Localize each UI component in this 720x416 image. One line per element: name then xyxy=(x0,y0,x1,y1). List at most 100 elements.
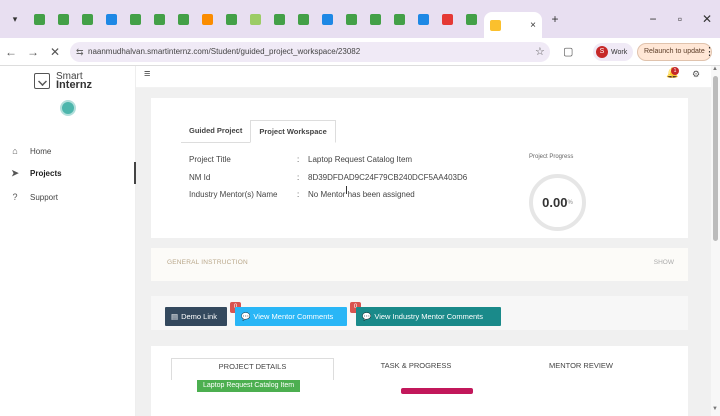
sidebar-item-home[interactable]: ⌂ Home xyxy=(0,140,136,162)
status-pill xyxy=(401,388,473,394)
tab-favicon-icon xyxy=(177,13,189,25)
colon: : xyxy=(297,155,300,164)
relaunch-button[interactable]: Relaunch to update xyxy=(637,43,712,61)
profile-button[interactable]: S Work xyxy=(593,43,634,61)
browser-tab[interactable] xyxy=(76,8,98,30)
browser-tab[interactable] xyxy=(244,8,266,30)
tab-favicon-icon xyxy=(57,13,69,25)
view-industry-mentor-comments-button[interactable]: 💬 View Industry Mentor Comments xyxy=(356,307,501,326)
stop-icon[interactable]: ✕ xyxy=(44,45,66,59)
browser-tab[interactable]: × xyxy=(484,12,542,38)
url-field[interactable]: ⇆ naanmudhalvan.smartinternz.com/Student… xyxy=(70,42,550,62)
tab-favicon-icon xyxy=(297,13,309,25)
user-avatar[interactable] xyxy=(60,100,76,116)
mentor-comments-label: View Mentor Comments xyxy=(253,312,334,321)
view-mentor-comments-button[interactable]: 💬 View Mentor Comments xyxy=(235,307,347,326)
catalog-item-button[interactable]: Laptop Request Catalog Item xyxy=(197,380,301,392)
extensions-icon[interactable]: ▢ xyxy=(563,38,573,66)
comment-icon: 💬 xyxy=(241,312,251,321)
progress-value: 0.00 xyxy=(542,195,568,210)
browser-tab[interactable] xyxy=(100,8,122,30)
tab-guided-project[interactable]: Guided Project xyxy=(181,120,251,143)
general-instruction-panel[interactable]: GENERAL INSTRUCTION SHOW xyxy=(151,248,688,281)
forward-icon[interactable]: → xyxy=(22,45,44,59)
browser-tab[interactable] xyxy=(172,8,194,30)
tab-favicon-icon xyxy=(465,13,477,25)
browser-tab-strip: ▾ × + xyxy=(0,0,720,38)
send-icon: ➤ xyxy=(11,167,19,178)
mentor-name-value: No Mentor has been assigned xyxy=(308,190,415,199)
colon: : xyxy=(297,190,300,199)
tab-task-progress[interactable]: TASK & PROGRESS xyxy=(346,358,486,380)
text-cursor xyxy=(346,186,350,194)
tab-project-details[interactable]: PROJECT DETAILS xyxy=(171,358,334,380)
browser-tab[interactable] xyxy=(412,8,434,30)
browser-tab[interactable] xyxy=(364,8,386,30)
browser-tab[interactable] xyxy=(52,8,74,30)
browser-tab[interactable] xyxy=(268,8,290,30)
tab-search-icon[interactable]: ▾ xyxy=(4,8,26,30)
general-instruction-title: GENERAL INSTRUCTION xyxy=(167,259,248,266)
browser-tab[interactable] xyxy=(220,8,242,30)
sidebar-item-label: Projects xyxy=(30,168,62,178)
browser-tab[interactable] xyxy=(148,8,170,30)
tab-favicon-icon xyxy=(321,13,333,25)
close-window-icon[interactable]: ✕ xyxy=(694,0,720,38)
browser-tab[interactable] xyxy=(388,8,410,30)
mentor-name-label: Industry Mentor(s) Name xyxy=(189,190,278,199)
project-details-card: PROJECT DETAILS TASK & PROGRESS MENTOR R… xyxy=(151,346,688,416)
settings-gear-icon[interactable]: ⚙ xyxy=(692,69,700,80)
browser-tab[interactable] xyxy=(316,8,338,30)
browser-tab[interactable] xyxy=(124,8,146,30)
profile-avatar: S xyxy=(596,46,608,58)
industry-comments-label: View Industry Mentor Comments xyxy=(374,312,483,321)
minimize-icon[interactable]: − xyxy=(640,0,666,38)
back-icon[interactable]: ← xyxy=(0,45,22,59)
scrollbar-thumb[interactable] xyxy=(713,76,718,241)
tab-favicon-icon xyxy=(33,13,45,25)
nm-id-value: 8D39DFDAD9C24F79CB240DCF5AA403D6 xyxy=(308,173,468,182)
colon: : xyxy=(297,173,300,182)
browser-tab[interactable] xyxy=(292,8,314,30)
workspace-tabs: Guided Project Project Workspace xyxy=(181,120,336,143)
project-title-label: Project Title xyxy=(189,155,231,164)
page-scrollbar[interactable]: ▲ ▼ xyxy=(711,66,720,416)
browser-tab[interactable] xyxy=(436,8,458,30)
tab-favicon-icon xyxy=(417,13,429,25)
new-tab-icon[interactable]: + xyxy=(544,8,566,30)
tab-project-workspace[interactable]: Project Workspace xyxy=(250,120,336,143)
smartinternz-logo[interactable]: Smart Internz xyxy=(34,72,92,91)
comment-icon: 💬 xyxy=(362,312,372,321)
top-header: ≡ 🔔 1 ⚙ xyxy=(136,66,720,88)
browser-tab[interactable] xyxy=(28,8,50,30)
sidebar-item-projects[interactable]: ➤ Projects xyxy=(0,162,136,184)
bookmark-star-icon[interactable]: ☆ xyxy=(535,38,545,66)
site-info-icon[interactable]: ⇆ xyxy=(76,42,84,62)
tab-favicon-icon xyxy=(129,13,141,25)
sidebar-item-support[interactable]: ? Support xyxy=(0,186,136,208)
scroll-up-icon[interactable]: ▲ xyxy=(712,66,718,72)
progress-unit: % xyxy=(567,199,573,206)
tab-favicon-icon xyxy=(81,13,93,25)
url-text: naanmudhalvan.smartinternz.com/Student/g… xyxy=(88,47,361,56)
maximize-icon[interactable]: ▫ xyxy=(667,0,693,38)
browser-tab[interactable] xyxy=(460,8,482,30)
tab-favicon-icon xyxy=(201,13,213,25)
show-toggle[interactable]: SHOW xyxy=(654,259,674,266)
tab-mentor-review[interactable]: MENTOR REVIEW xyxy=(511,358,651,380)
sidebar-item-label: Support xyxy=(30,192,59,202)
menu-toggle-icon[interactable]: ≡ xyxy=(144,68,150,80)
browser-menu-icon[interactable]: ⋮ xyxy=(704,38,715,66)
main-content: Guided Project Project Workspace Project… xyxy=(136,88,711,416)
browser-tab[interactable] xyxy=(196,8,218,30)
tab-favicon-icon xyxy=(249,13,261,25)
close-tab-icon[interactable]: × xyxy=(530,20,536,31)
demo-link-button[interactable]: ▤ Demo Link xyxy=(165,307,227,326)
tab-favicon-icon xyxy=(441,13,453,25)
project-title-value: Laptop Request Catalog Item xyxy=(308,155,413,164)
notification-badge: 1 xyxy=(671,67,679,75)
scroll-down-icon[interactable]: ▼ xyxy=(712,406,718,412)
browser-tab[interactable] xyxy=(340,8,362,30)
home-icon: ⌂ xyxy=(12,146,18,156)
tab-favicon-icon xyxy=(105,13,117,25)
